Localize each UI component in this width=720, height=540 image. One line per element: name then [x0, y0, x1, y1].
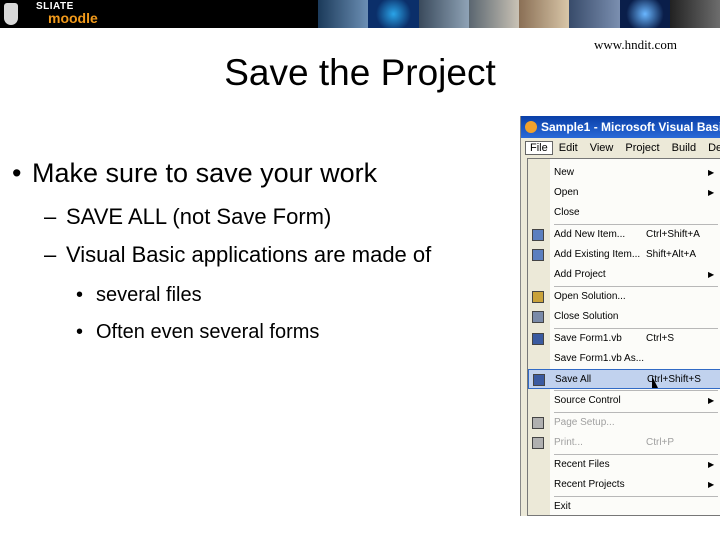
banner-photo-strip [318, 0, 720, 28]
bullet-level3-item: • several files [76, 284, 202, 306]
vb-menubar: FileEditViewProjectBuildDebu [521, 138, 720, 158]
mouse-cursor-icon [652, 376, 658, 388]
menu-item-label: Recent Projects [554, 479, 625, 490]
submenu-arrow-icon: ▶ [708, 460, 715, 469]
menu-item-label: Close [554, 207, 580, 218]
vb-title-bar: Sample1 - Microsoft Visual Basic [521, 116, 720, 138]
menu-item-label: Save Form1.vb [554, 333, 622, 344]
logo-line2: moodle [48, 10, 98, 26]
menu-item-shortcut: Shift+Alt+A [646, 249, 697, 260]
menu-item-add-new-item[interactable]: Add New Item... Ctrl+Shift+A [528, 225, 720, 245]
menu-item-page-setup[interactable]: Page Setup... [528, 413, 720, 433]
bullet-level1: • Make sure to save your work [12, 158, 378, 188]
menu-item-save-form1-vb[interactable]: Save Form1.vb Ctrl+S [528, 329, 720, 349]
vb-app-icon [525, 121, 537, 133]
add-new-item-icon [532, 229, 544, 241]
submenu-arrow-icon: ▶ [708, 270, 715, 279]
menu-build[interactable]: Build [666, 142, 702, 154]
menu-item-exit[interactable]: Exit [528, 497, 720, 516]
slide-title: Save the Project [224, 52, 496, 93]
menu-item-label: Save All [555, 374, 592, 385]
submenu-arrow-icon: ▶ [708, 396, 715, 405]
site-url: www.hndit.com [594, 37, 677, 52]
menu-item-recent-files[interactable]: Recent Files ▶ [528, 455, 720, 475]
header-banner: SLIATE moodle [0, 0, 720, 28]
menu-item-close[interactable]: Close [528, 203, 720, 223]
menu-item-shortcut: Ctrl+S [646, 333, 675, 344]
menu-item-label: New [554, 167, 575, 178]
menu-item-label: Source Control [554, 395, 621, 406]
menu-item-label: Page Setup... [554, 417, 615, 428]
menu-item-label: Save Form1.vb As... [554, 353, 645, 364]
menu-item-shortcut: Ctrl+Shift+A [646, 229, 700, 240]
submenu-arrow-icon: ▶ [708, 168, 715, 177]
menu-file[interactable]: File [525, 141, 553, 155]
sliate-moodle-logo: SLIATE moodle [0, 0, 100, 28]
menu-item-label: Add New Item... [554, 229, 626, 240]
bullet-level2-item: – SAVE ALL (not Save Form) [44, 204, 332, 229]
bullet-level2-item: – Visual Basic applications are made of [44, 242, 432, 267]
page-setup-icon [532, 417, 544, 429]
menu-item-label: Add Project [554, 269, 606, 280]
menu-item-add-project[interactable]: Add Project ▶ [528, 265, 720, 285]
menu-item-new[interactable]: New ▶ [528, 163, 720, 183]
menu-debug[interactable]: Debu [702, 142, 720, 154]
menu-item-label: Open [554, 187, 579, 198]
shield-icon [4, 3, 18, 25]
print-icon [532, 437, 544, 449]
submenu-arrow-icon: ▶ [708, 188, 715, 197]
save-icon [532, 333, 544, 345]
menu-item-label: Open Solution... [554, 291, 626, 302]
menu-view[interactable]: View [584, 142, 620, 154]
menu-item-recent-projects[interactable]: Recent Projects ▶ [528, 475, 720, 495]
bullet-level3-item: • Often even several forms [76, 321, 320, 343]
menu-item-save-all[interactable]: Save All Ctrl+Shift+S [528, 369, 720, 389]
menu-project[interactable]: Project [619, 142, 665, 154]
menu-item-save-form1-vb-as[interactable]: Save Form1.vb As... [528, 349, 720, 369]
menu-edit[interactable]: Edit [553, 142, 584, 154]
file-menu-dropdown: New ▶ Open ▶ Close Add New Item... Ctrl+Shift+… [527, 158, 720, 516]
menu-item-open[interactable]: Open ▶ [528, 183, 720, 203]
menu-item-label: Add Existing Item... [554, 249, 641, 260]
menu-item-print[interactable]: Print... Ctrl+P [528, 433, 720, 453]
menu-item-label: Close Solution [554, 311, 619, 322]
menu-item-label: Print... [554, 437, 583, 448]
close-solution-icon [532, 311, 544, 323]
add-existing-item-icon [532, 249, 544, 261]
open-solution-icon [532, 291, 544, 303]
save-all-icon [533, 374, 545, 386]
menu-item-open-solution[interactable]: Open Solution... [528, 287, 720, 307]
menu-item-label: Recent Files [554, 459, 610, 470]
menu-item-label: Exit [554, 501, 571, 512]
menu-item-shortcut: Ctrl+P [646, 437, 675, 448]
menu-item-source-control[interactable]: Source Control ▶ [528, 391, 720, 411]
menu-item-close-solution[interactable]: Close Solution [528, 307, 720, 327]
menu-item-add-existing-item[interactable]: Add Existing Item... Shift+Alt+A [528, 245, 720, 265]
vb-screenshot: Sample1 - Microsoft Visual Basic File Edi… [520, 116, 720, 516]
vb-window-title: Sample1 - Microsoft Visual Basic [541, 120, 720, 134]
submenu-arrow-icon: ▶ [708, 480, 715, 489]
